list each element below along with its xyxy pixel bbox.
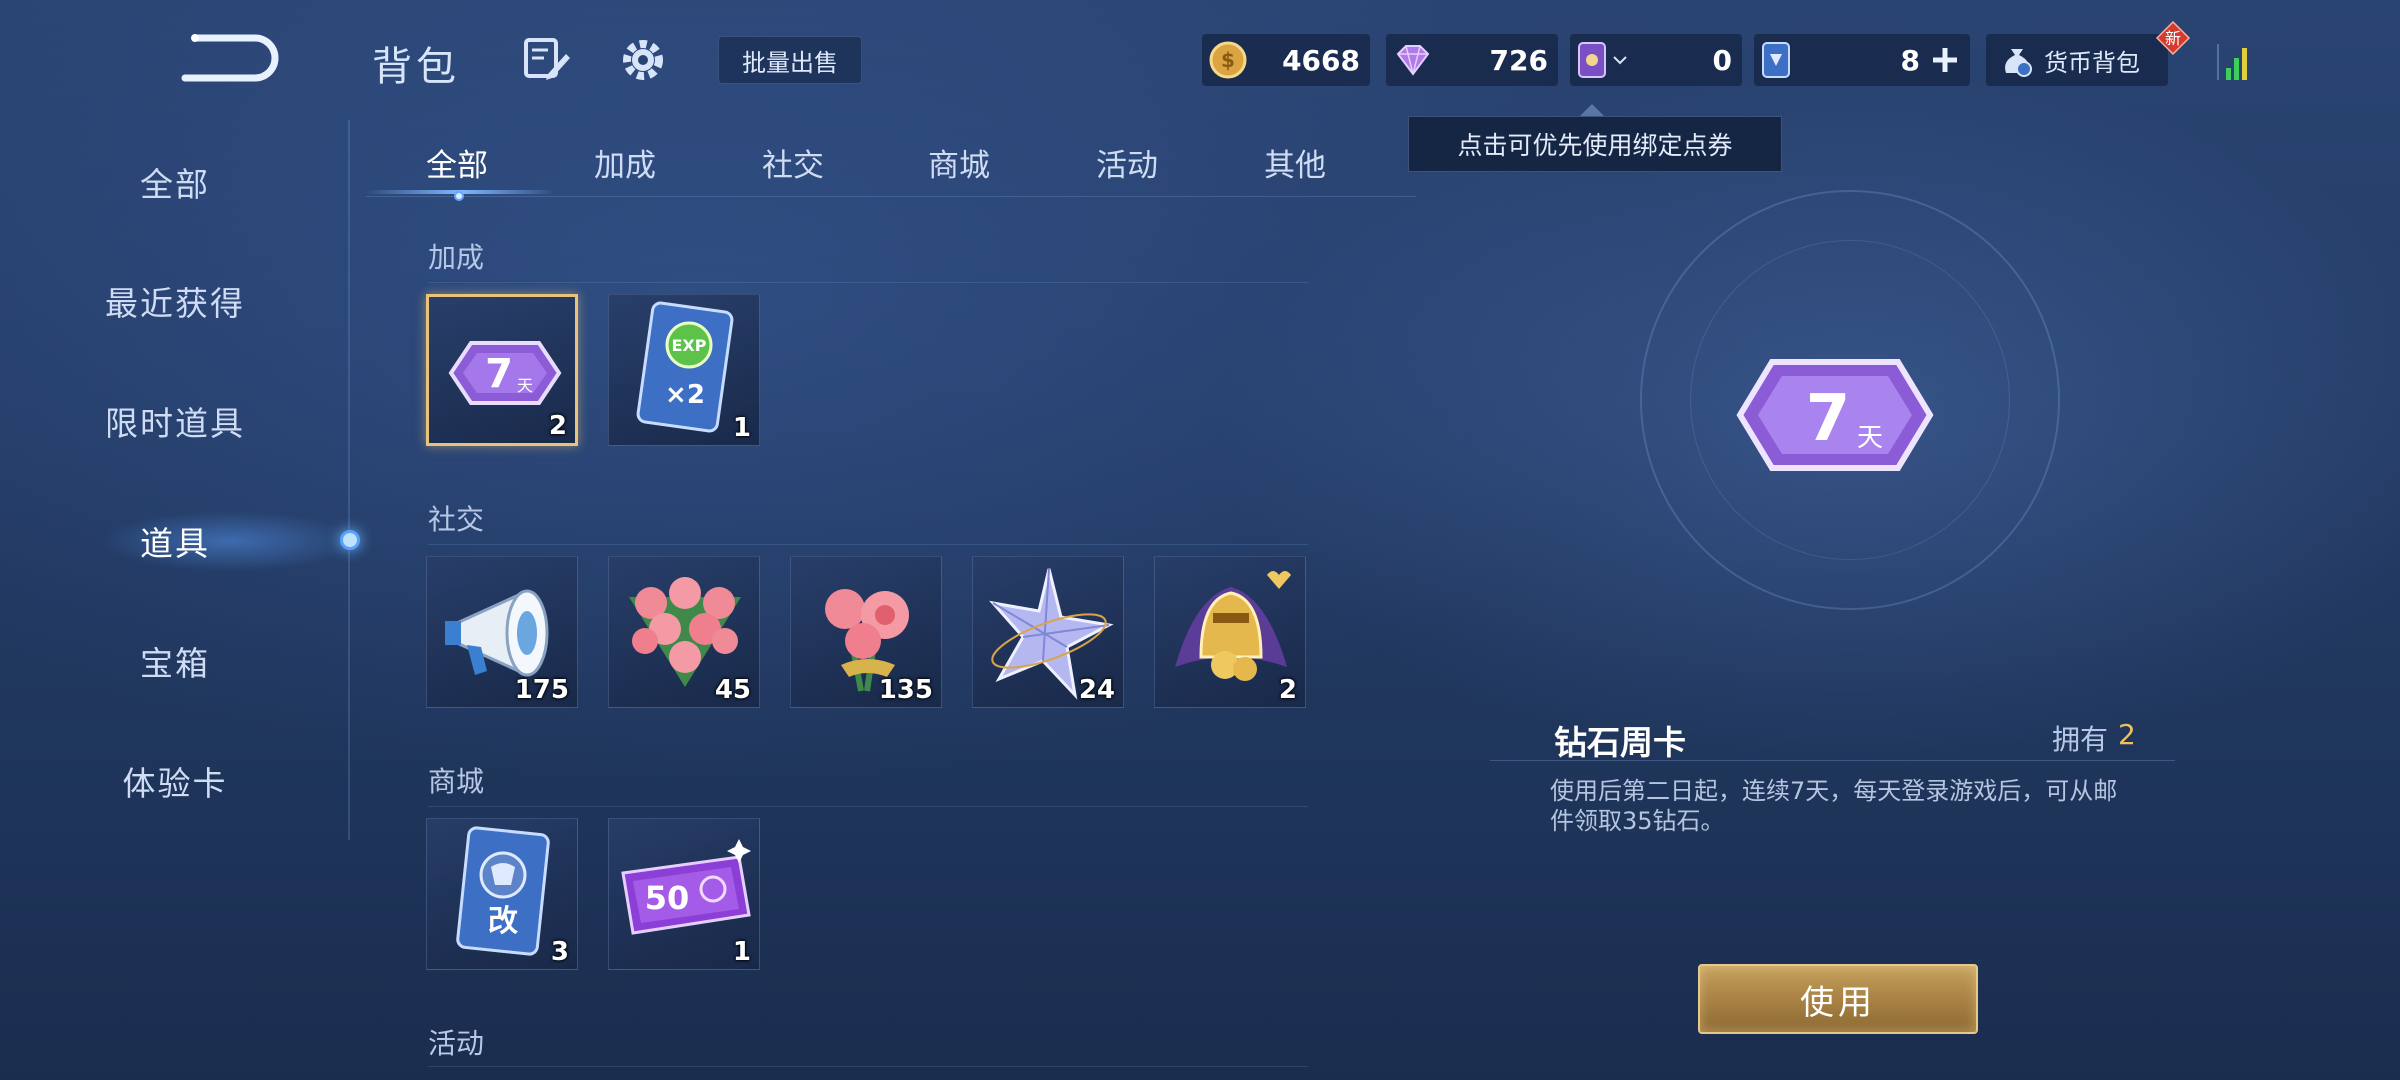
section-divider bbox=[428, 544, 1308, 545]
back-icon[interactable] bbox=[175, 28, 285, 84]
edit-icon[interactable] bbox=[522, 36, 572, 82]
active-tab-dot bbox=[454, 191, 464, 201]
voucher-tooltip: 点击可优先使用绑定点券 bbox=[1408, 116, 1782, 172]
item-slot-golden-helmet[interactable]: 2 bbox=[1154, 556, 1306, 708]
item-quantity: 45 bbox=[714, 675, 751, 705]
new-badge-text: 新 bbox=[2165, 29, 2181, 48]
week-card-digit: 7 bbox=[485, 351, 513, 397]
week-card-unit: 天 bbox=[517, 376, 533, 395]
diamond-icon bbox=[1396, 45, 1430, 76]
coin-icon: $ bbox=[1209, 41, 1247, 79]
section-divider bbox=[428, 806, 1308, 807]
tab-all[interactable]: 全部 bbox=[426, 140, 488, 185]
section-divider bbox=[428, 282, 1308, 283]
bulk-sell-button[interactable]: 批量出售 bbox=[718, 36, 862, 84]
sidebar-item-props[interactable]: 道具 bbox=[0, 506, 350, 576]
detail-item-image: 7 天 bbox=[1736, 359, 1934, 471]
gem-balance: 726 bbox=[1386, 34, 1558, 86]
item-slot-rose-bouquet[interactable]: 135 bbox=[790, 556, 942, 708]
page-title: 背包 bbox=[372, 44, 460, 90]
detail-divider bbox=[1490, 760, 2175, 761]
item-quantity: 24 bbox=[1078, 675, 1115, 705]
owned-label: 拥有 bbox=[2052, 723, 2109, 756]
gear-icon[interactable] bbox=[618, 36, 668, 84]
category-sidebar: 全部 最近获得 限时道具 道具 宝箱 体验卡 bbox=[0, 120, 350, 840]
detail-item-name: 钻石周卡 bbox=[1554, 723, 1686, 762]
signal-icon bbox=[2217, 44, 2247, 80]
ticket-balance[interactable]: 0 bbox=[1570, 34, 1742, 86]
sidebar-item-all[interactable]: 全部 bbox=[0, 147, 350, 217]
svg-text:$: $ bbox=[1221, 48, 1235, 72]
item-slot-diamond-week-card[interactable]: 7 天 2 bbox=[426, 294, 578, 446]
exp-multiplier: ×2 bbox=[665, 380, 705, 410]
section-title-boost: 加成 bbox=[428, 241, 485, 274]
ticket-icon bbox=[1578, 42, 1606, 78]
section-title-social: 社交 bbox=[428, 503, 485, 536]
item-slot-crystal-star[interactable]: 24 bbox=[972, 556, 1124, 708]
sidebar-item-chests[interactable]: 宝箱 bbox=[0, 626, 350, 696]
item-quantity: 175 bbox=[514, 675, 569, 705]
item-slot-voucher-50[interactable]: 50 1 bbox=[608, 818, 760, 970]
item-slot-rose-bouquet-large[interactable]: 45 bbox=[608, 556, 760, 708]
section-title-event: 活动 bbox=[428, 1027, 485, 1060]
tab-boost[interactable]: 加成 bbox=[594, 140, 656, 185]
ticket-amount: 0 bbox=[1712, 43, 1732, 77]
gem-amount: 726 bbox=[1489, 43, 1548, 77]
sidebar-item-trial-cards[interactable]: 体验卡 bbox=[0, 746, 350, 816]
section-divider bbox=[428, 1066, 1308, 1067]
money-bag-icon bbox=[2005, 49, 2032, 77]
owned-count: 2 bbox=[2118, 718, 2136, 751]
chevron-down-icon[interactable] bbox=[1612, 54, 1628, 66]
currency-wallet-button[interactable]: 货币背包 bbox=[1986, 34, 2168, 86]
use-button[interactable]: 使用 bbox=[1698, 964, 1978, 1034]
sidebar-divider bbox=[348, 120, 350, 840]
tab-event[interactable]: 活动 bbox=[1096, 140, 1158, 185]
voucher-balance: 8 bbox=[1754, 34, 1970, 86]
detail-week-card-digit: 7 bbox=[1806, 382, 1851, 456]
coin-amount: 4668 bbox=[1282, 43, 1360, 77]
item-quantity: 1 bbox=[732, 937, 751, 967]
item-slot-rename-card[interactable]: 改 3 bbox=[426, 818, 578, 970]
sidebar-active-indicator bbox=[340, 530, 360, 550]
rename-glyph: 改 bbox=[488, 904, 518, 939]
item-quantity: 135 bbox=[878, 675, 933, 705]
sidebar-item-recent[interactable]: 最近获得 bbox=[0, 266, 350, 336]
tab-other[interactable]: 其他 bbox=[1264, 140, 1326, 185]
new-badge: 新 bbox=[2155, 20, 2191, 56]
detail-description: 使用后第二日起，连续7天，每天登录游戏后，可从邮件领取35钻石。 bbox=[1550, 777, 2118, 835]
sidebar-item-limited[interactable]: 限时道具 bbox=[0, 386, 350, 456]
tab-shop[interactable]: 商城 bbox=[928, 140, 990, 185]
exp-label: EXP bbox=[672, 336, 707, 355]
item-slot-exp-double-card[interactable]: EXP ×2 1 bbox=[608, 294, 760, 446]
item-quantity: 2 bbox=[1278, 675, 1297, 705]
plus-icon[interactable] bbox=[1930, 45, 1960, 75]
detail-week-card-unit: 天 bbox=[1857, 423, 1883, 453]
coin-balance: $ 4668 bbox=[1202, 34, 1370, 86]
item-slot-megaphone[interactable]: 175 bbox=[426, 556, 578, 708]
item-quantity: 2 bbox=[548, 411, 567, 441]
voucher-icon bbox=[1762, 42, 1790, 78]
voucher-amount-text: 50 bbox=[645, 879, 690, 917]
tab-divider bbox=[366, 196, 1416, 197]
item-quantity: 1 bbox=[732, 413, 751, 443]
item-quantity: 3 bbox=[550, 937, 569, 967]
tab-social[interactable]: 社交 bbox=[762, 140, 824, 185]
voucher-amount: 8 bbox=[1900, 43, 1920, 77]
section-title-shop: 商城 bbox=[428, 765, 485, 798]
wallet-label: 货币背包 bbox=[2044, 48, 2140, 77]
tooltip-arrow bbox=[1580, 104, 1604, 116]
